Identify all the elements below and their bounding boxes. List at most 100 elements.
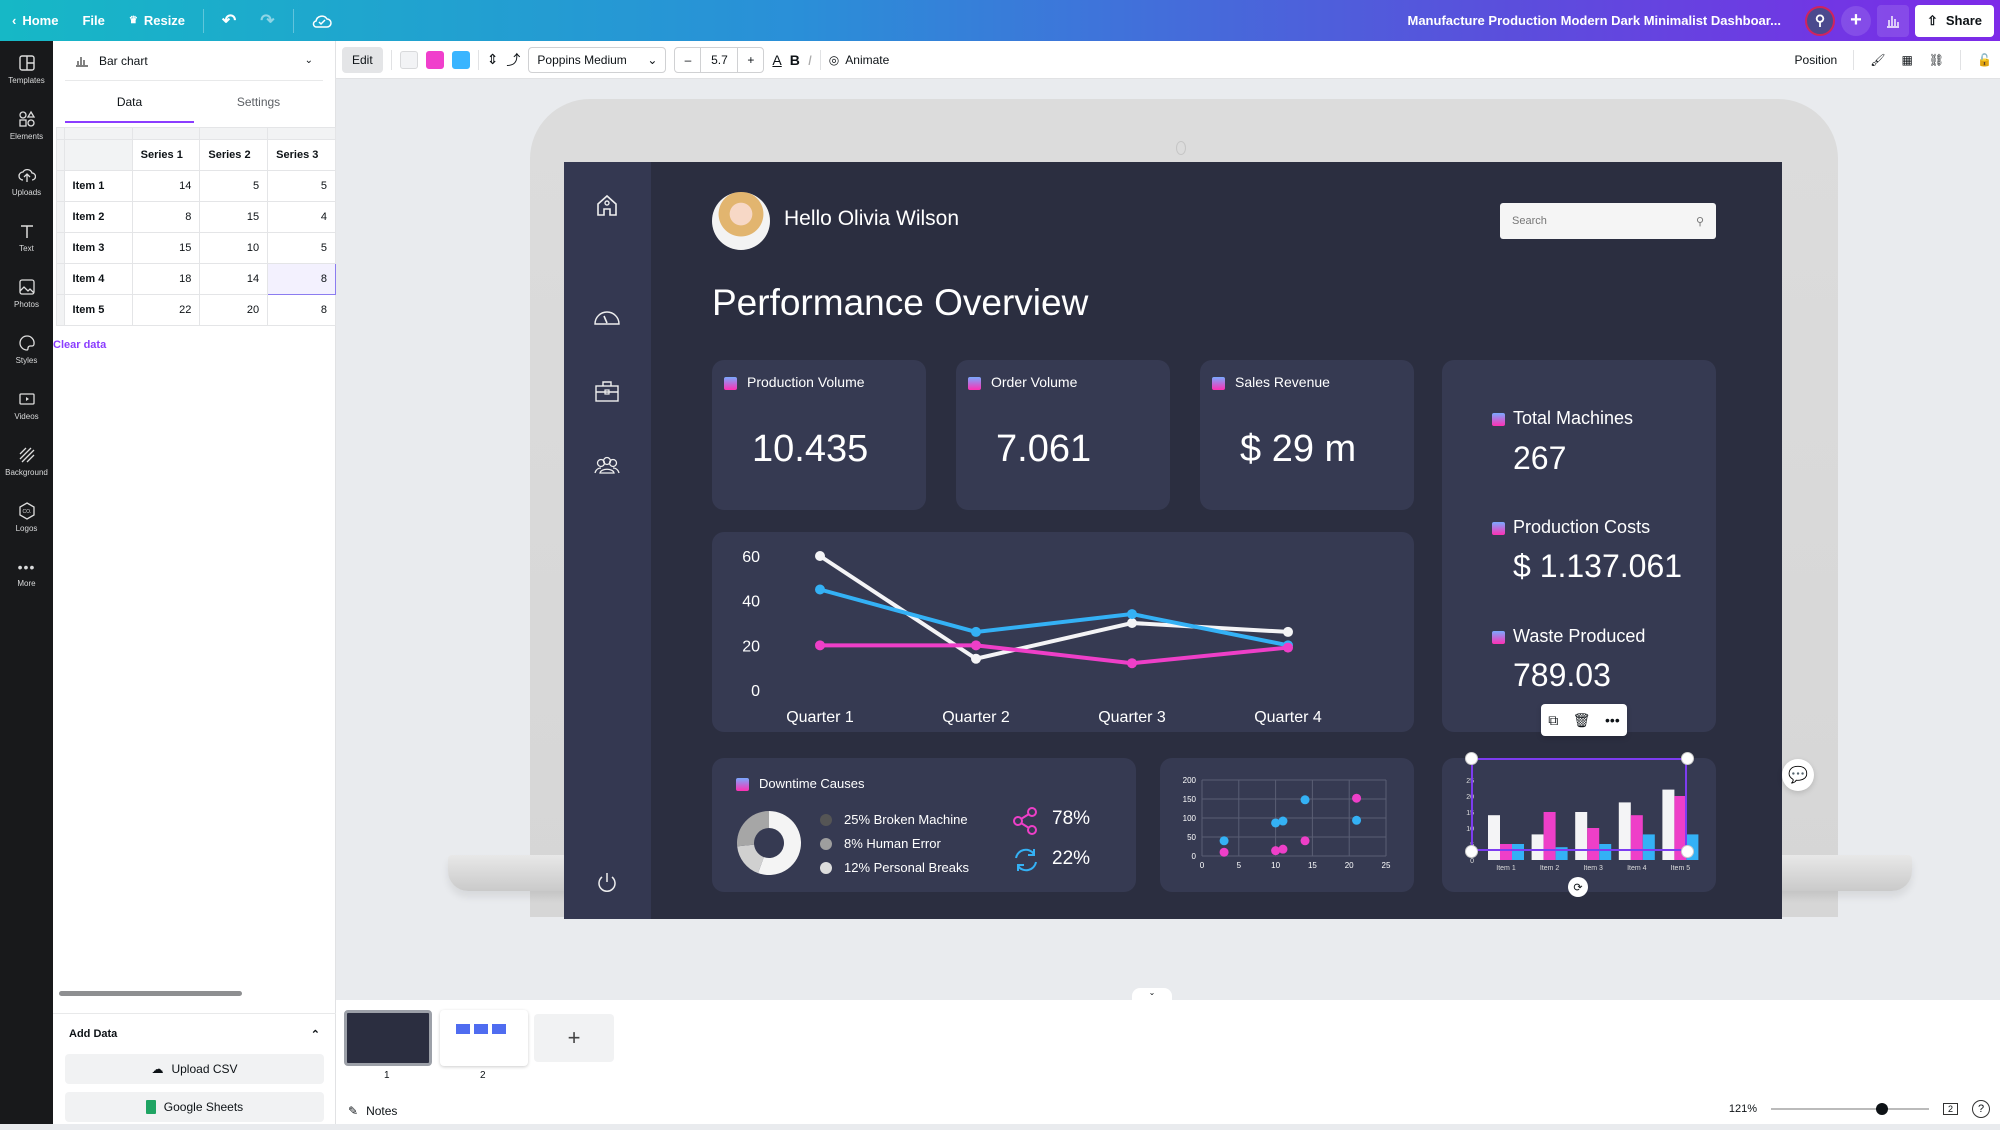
duplicate-icon[interactable]: ⧉ (1548, 712, 1558, 729)
paint-roller-icon[interactable]: 🖌 (1870, 53, 1885, 67)
row-label[interactable]: Item 3 (63, 232, 133, 264)
cloud-save-button[interactable] (300, 0, 344, 41)
text-color-icon[interactable]: A (772, 52, 781, 68)
collapse-pages-toggle[interactable]: ⌄ (1132, 988, 1172, 1000)
animate-button[interactable]: ◎ Animate (829, 53, 890, 67)
decrease-size-button[interactable]: – (675, 48, 700, 72)
cell[interactable]: 20 (199, 294, 269, 326)
cell[interactable]: 5 (199, 170, 269, 202)
zoom-slider-knob[interactable] (1875, 1103, 1888, 1115)
rail-more[interactable]: ••• More (0, 545, 53, 601)
color-swatch[interactable] (399, 50, 418, 69)
curve-line-icon[interactable]: ⤴ (506, 50, 520, 70)
row-label[interactable]: Item 5 (63, 294, 133, 326)
rail-elements[interactable]: Elements (0, 97, 53, 153)
font-size-value[interactable]: 5.7 (700, 47, 739, 72)
power-icon[interactable] (592, 867, 622, 897)
gauge-icon[interactable] (592, 302, 622, 332)
cell[interactable]: 5 (267, 170, 336, 202)
add-data-header[interactable]: Add Data ⌃ (65, 1014, 324, 1054)
rail-background[interactable]: Background (0, 433, 53, 489)
profile-avatar[interactable] (712, 192, 770, 250)
team-icon[interactable] (592, 452, 622, 482)
resize-button[interactable]: ♛ Resize (117, 0, 197, 41)
row-label[interactable]: Item 1 (63, 170, 133, 202)
cell[interactable]: 8 (131, 201, 201, 233)
cell[interactable]: 22 (131, 294, 201, 326)
document-title[interactable]: Manufacture Production Modern Dark Minim… (1408, 13, 1781, 28)
rail-videos[interactable]: Videos (0, 377, 53, 433)
page-count-button[interactable]: 2 (1942, 1103, 1958, 1115)
selection-box[interactable] (1471, 758, 1687, 851)
column-header[interactable]: Series 1 (131, 139, 201, 171)
zoom-level[interactable]: 121% (1729, 1103, 1757, 1115)
italic-icon[interactable]: I (808, 52, 812, 68)
redo-button[interactable]: ↷ (248, 0, 286, 41)
insights-button[interactable] (1876, 4, 1909, 37)
add-page-button[interactable]: + (534, 1014, 614, 1062)
scatter-chart[interactable]: 0 50 100 150 200 0 5 10 15 20 25 (1160, 758, 1414, 892)
horizontal-scrollbar[interactable] (59, 991, 242, 996)
home-button[interactable]: ‹ Home (0, 0, 70, 41)
rail-text[interactable]: Text (0, 209, 53, 265)
undo-button[interactable]: ↶ (210, 0, 248, 41)
spacing-icon[interactable]: ⇕ (487, 51, 499, 68)
rail-logos[interactable]: CO. Logos (0, 489, 53, 545)
edit-button[interactable]: Edit (342, 46, 383, 73)
google-sheets-button[interactable]: Google Sheets (65, 1092, 324, 1122)
more-icon[interactable]: ••• (1605, 712, 1620, 728)
lock-icon[interactable]: 🔓 (1977, 53, 1992, 67)
upload-csv-button[interactable]: ☁ Upload CSV (65, 1054, 324, 1084)
tab-settings[interactable]: Settings (194, 81, 323, 123)
search-input[interactable]: Search ⚲ (1500, 203, 1716, 239)
resize-handle[interactable] (1465, 845, 1478, 858)
cell[interactable]: 15 (131, 232, 201, 264)
file-menu[interactable]: File (70, 0, 116, 41)
row-label[interactable]: Item 4 (63, 263, 133, 295)
cell[interactable]: 10 (199, 232, 269, 264)
resize-handle[interactable] (1681, 845, 1694, 858)
cell[interactable]: 5 (267, 232, 336, 264)
column-header[interactable]: Series 2 (199, 139, 269, 171)
bold-icon[interactable]: B (790, 52, 800, 68)
invite-button[interactable]: + (1840, 5, 1871, 36)
rail-uploads[interactable]: Uploads (0, 153, 53, 209)
rail-templates[interactable]: Templates (0, 41, 53, 97)
transparency-icon[interactable]: ▦ (1901, 53, 1912, 67)
donut-chart[interactable] (736, 810, 802, 876)
cell[interactable]: 14 (131, 170, 201, 202)
increase-size-button[interactable]: + (738, 48, 763, 72)
clear-data-link[interactable]: Clear data (53, 339, 106, 351)
rail-photos[interactable]: Photos (0, 265, 53, 321)
trash-icon[interactable]: 🗑 (1573, 712, 1591, 729)
help-icon[interactable]: ? (1972, 1100, 1990, 1118)
position-button[interactable]: Position (1795, 53, 1838, 67)
cell[interactable]: 15 (199, 201, 269, 233)
line-chart[interactable]: 0 20 40 60 Quarter 1 Quarter 2 Quarter 3 Quarte… (712, 532, 1414, 732)
cell[interactable]: 14 (199, 263, 269, 295)
add-comment-button[interactable]: 💬 (1782, 759, 1814, 791)
share-button[interactable]: ⇧ Share (1914, 4, 1994, 37)
rotate-handle[interactable]: ⟳ (1568, 877, 1588, 897)
user-avatar[interactable]: ⚲ (1804, 5, 1835, 36)
cell[interactable]: 4 (267, 201, 336, 233)
font-selector[interactable]: Poppins Medium ⌄ (528, 46, 667, 73)
zoom-slider[interactable] (1770, 1103, 1929, 1115)
link-icon[interactable]: ⛓ (1929, 53, 1944, 67)
cell-selected[interactable]: 8 (267, 263, 336, 295)
rail-styles[interactable]: Styles (0, 321, 53, 377)
color-swatch[interactable] (451, 50, 470, 69)
page-thumbnail[interactable] (344, 1010, 432, 1066)
color-swatch[interactable] (425, 50, 444, 69)
row-label[interactable]: Item 2 (63, 201, 133, 233)
briefcase-icon[interactable] (592, 377, 622, 407)
resize-handle[interactable] (1681, 752, 1694, 765)
column-header[interactable]: Series 3 (267, 139, 336, 171)
notes-button[interactable]: ✎ Notes (348, 1104, 397, 1118)
chart-type-selector[interactable]: Bar chart ⌄ (65, 41, 323, 81)
tab-data[interactable]: Data (65, 81, 194, 123)
resize-handle[interactable] (1465, 752, 1478, 765)
page-thumbnail[interactable] (440, 1010, 528, 1066)
home-icon[interactable] (592, 190, 622, 220)
cell[interactable]: 18 (131, 263, 201, 295)
